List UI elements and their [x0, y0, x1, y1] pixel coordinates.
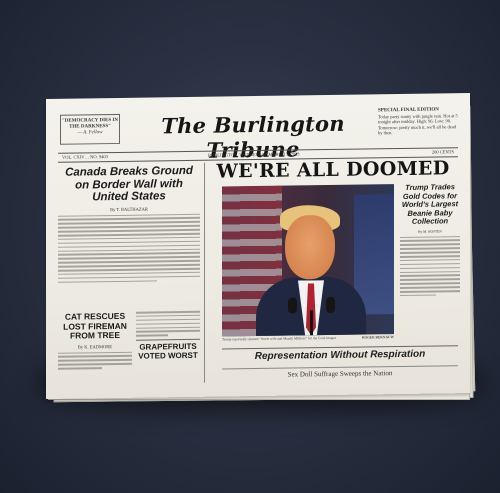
left-byline: By T. BALTHAZAR [110, 206, 148, 212]
masthead-quote: "DEMOCRACY DIES IN THE DARKNESS" [62, 117, 118, 130]
newspaper-front-page: "DEMOCRACY DIES IN THE DARKNESS" — A. Fe… [46, 93, 470, 399]
microphone-icon [326, 296, 335, 314]
left-article-text [58, 213, 200, 284]
right-article-text [400, 235, 460, 297]
masthead-quote-author: — A. Fellow [77, 130, 103, 136]
cat-headline: CAT RESCUES LOST FIREMAN FROM TREE [63, 310, 127, 341]
middle-column: GRAPEFRUITS VOTED WORST [136, 310, 200, 361]
microphone-icon [288, 297, 297, 314]
weather-text: Today party sunny with jungle rain. Hot … [378, 112, 458, 136]
photo-credit: ROGER BEKNAUW [361, 335, 394, 340]
face [285, 214, 335, 280]
price: 200 CENTS [431, 149, 454, 155]
special-edition-box: SPECIAL FINAL EDITION Today party sunny … [378, 107, 458, 136]
right-headline: Trump Trades Gold Codes for World's Larg… [401, 182, 459, 226]
masthead-quote-box: "DEMOCRACY DIES IN THE DARKNESS" — A. Fe… [60, 113, 120, 145]
main-headline: WE'RE ALL DOOMED [216, 157, 450, 183]
volume-number: VOL. CXIV… NO. 9403 [62, 154, 108, 160]
footer-headline: Sex Doll Suffrage Sweeps the Nation [222, 365, 458, 380]
photo-caption-text: Trump reportedly shouted "Sweet wife and… [222, 335, 337, 342]
left-headline: Canada Breaks Ground on Border Wall with… [65, 164, 193, 204]
masthead: "DEMOCRACY DIES IN THE DARKNESS" — A. Fe… [58, 99, 458, 163]
left-column: Canada Breaks Ground on Border Wall with… [58, 163, 200, 286]
right-byline: By M. HOSTEN [418, 228, 442, 234]
front-page-photo [222, 184, 394, 337]
issue-date: BURLINGTON, WEDNESDAY MARCH 3, 2023 [208, 151, 300, 158]
secondary-headline: Representation Without Respiration [222, 345, 458, 363]
column-divider [204, 162, 205, 383]
cat-article: CAT RESCUES LOST FIREMAN FROM TREE By K.… [58, 310, 132, 372]
right-column: Trump Trades Gold Codes for World's Larg… [400, 182, 460, 299]
grapefruit-headline: GRAPEFRUITS VOTED WORST [136, 338, 200, 361]
cat-byline: By K. EADMORE [77, 343, 113, 350]
